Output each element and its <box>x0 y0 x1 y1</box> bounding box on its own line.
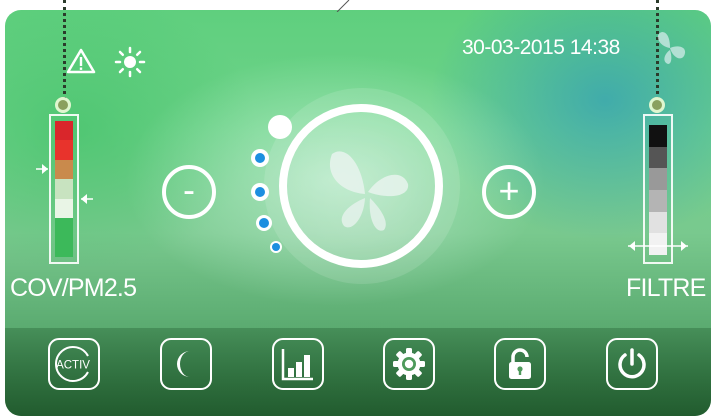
cov-pm-label: COV/PM2.5 <box>10 274 137 302</box>
date-time: 30-03-2015 14:38 <box>462 36 620 59</box>
warning-icon <box>66 48 96 74</box>
gauge-segment <box>55 140 73 161</box>
plus-icon: + <box>498 169 520 211</box>
speed-level-2[interactable] <box>251 183 269 201</box>
gauge-segment <box>55 218 73 239</box>
lock-button[interactable] <box>494 338 546 390</box>
activ-label: ACTIV <box>56 360 90 372</box>
gauge-segment <box>649 146 667 169</box>
filter-gauge-marker <box>628 241 688 251</box>
night-mode-button[interactable] <box>160 338 212 390</box>
gauge-segment <box>649 168 667 191</box>
butterfly-logo-icon <box>329 151 409 231</box>
gauge-segment <box>55 179 73 200</box>
left-gauge-pointer-left <box>36 164 48 174</box>
gauge-segment <box>55 121 73 141</box>
left-sensor-dot <box>55 97 71 113</box>
minus-icon: - <box>183 169 195 210</box>
gauge-segment <box>649 190 667 213</box>
activ-button[interactable]: ACTIV <box>48 338 100 390</box>
callout-line-center <box>336 0 350 12</box>
right-sensor-dot <box>649 97 665 113</box>
power-icon <box>618 348 646 379</box>
gauge-segment <box>649 211 667 234</box>
fan-speed-plus-button[interactable]: + <box>482 165 536 219</box>
left-gauge-pointer-right <box>81 194 93 204</box>
filter-label: FILTRE <box>626 274 706 302</box>
sun-icon <box>114 46 146 78</box>
bar-chart-icon <box>281 349 313 381</box>
butterfly-icon <box>657 32 686 64</box>
speed-level-1[interactable] <box>256 215 272 231</box>
gauge-segment <box>55 159 73 180</box>
gauge-segment <box>55 198 73 219</box>
unlock-icon <box>509 348 531 379</box>
moon-icon <box>177 351 190 377</box>
settings-button[interactable] <box>383 338 435 390</box>
stats-button[interactable] <box>272 338 324 390</box>
speed-level-0[interactable] <box>270 241 282 253</box>
power-button[interactable] <box>606 338 658 390</box>
gauge-segment <box>55 237 73 258</box>
activ-icon: ACTIV <box>55 346 90 382</box>
fan-speed-minus-button[interactable]: - <box>162 165 216 219</box>
gauge-segment <box>649 125 667 148</box>
speed-level-3[interactable] <box>251 149 269 167</box>
gear-icon <box>393 348 425 380</box>
speed-level-4[interactable] <box>268 115 292 139</box>
